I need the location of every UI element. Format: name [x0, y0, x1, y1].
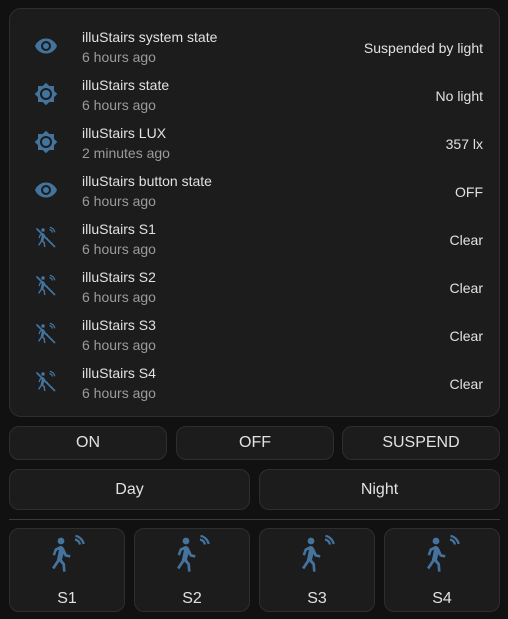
- motion-sensor-icon: [48, 535, 88, 579]
- entity-name: illuStairs S3: [82, 317, 156, 333]
- entity-last-changed: 6 hours ago: [82, 241, 156, 257]
- entity-row-system-state[interactable]: illuStairs system state 6 hours ago Susp…: [10, 22, 499, 70]
- entity-name: illuStairs LUX: [82, 125, 167, 141]
- entity-row-button-state[interactable]: illuStairs button state 6 hours ago OFF: [10, 166, 499, 214]
- brightness-icon: [34, 130, 58, 154]
- motion-sensor-icon: [298, 535, 338, 579]
- sensor-button-s1[interactable]: S1: [9, 528, 125, 612]
- entity-name: illuStairs S2: [82, 269, 156, 285]
- entity-row-s4[interactable]: illuStairs S4 6 hours ago Clear: [10, 358, 499, 406]
- entity-name: illuStairs S4: [82, 365, 156, 381]
- entity-name: illuStairs state: [82, 77, 170, 93]
- entity-last-changed: 2 minutes ago: [82, 145, 170, 161]
- entity-state: Clear: [449, 376, 483, 392]
- sensor-button-s4[interactable]: S4: [384, 528, 500, 612]
- sensor-button-s2[interactable]: S2: [134, 528, 250, 612]
- entity-state: Clear: [449, 232, 483, 248]
- off-button[interactable]: OFF: [176, 426, 334, 460]
- entity-last-changed: 6 hours ago: [82, 97, 156, 113]
- entity-state: 357 lx: [445, 136, 483, 152]
- entity-last-changed: 6 hours ago: [82, 193, 156, 209]
- day-button[interactable]: Day: [9, 469, 250, 510]
- sensor-button-s3[interactable]: S3: [259, 528, 375, 612]
- motion-sensor-icon: [173, 535, 213, 579]
- entity-last-changed: 6 hours ago: [82, 385, 156, 401]
- motion-sensor-off-icon: [34, 322, 58, 346]
- entity-state: No light: [435, 88, 483, 104]
- entity-last-changed: 6 hours ago: [82, 49, 156, 65]
- sensor-label: S4: [432, 590, 452, 607]
- entity-state: Clear: [449, 280, 483, 296]
- night-button[interactable]: Night: [259, 469, 500, 510]
- entity-state: OFF: [455, 184, 483, 200]
- entity-row-lux[interactable]: illuStairs LUX 2 minutes ago 357 lx: [10, 118, 499, 166]
- suspend-button[interactable]: SUSPEND: [342, 426, 500, 460]
- motion-sensor-off-icon: [34, 370, 58, 394]
- motion-sensor-icon: [423, 535, 463, 579]
- eye-icon: [34, 34, 58, 58]
- entity-row-state[interactable]: illuStairs state 6 hours ago No light: [10, 70, 499, 118]
- entity-name: illuStairs button state: [82, 173, 212, 189]
- entity-state: Clear: [449, 328, 483, 344]
- motion-sensor-off-icon: [34, 274, 58, 298]
- entity-last-changed: 6 hours ago: [82, 289, 156, 305]
- motion-sensor-off-icon: [34, 226, 58, 250]
- on-button[interactable]: ON: [9, 426, 167, 460]
- entity-name: illuStairs S1: [82, 221, 156, 237]
- entity-row-s1[interactable]: illuStairs S1 6 hours ago Clear: [10, 214, 499, 262]
- brightness-icon: [34, 82, 58, 106]
- entity-state: Suspended by light: [363, 40, 483, 56]
- entities-card: illuStairs system state 6 hours ago Susp…: [9, 8, 500, 417]
- entity-row-s3[interactable]: illuStairs S3 6 hours ago Clear: [10, 310, 499, 358]
- eye-icon: [34, 178, 58, 202]
- divider: [9, 519, 500, 520]
- sensor-label: S2: [182, 590, 202, 607]
- entity-name: illuStairs system state: [82, 29, 218, 45]
- entity-last-changed: 6 hours ago: [82, 337, 156, 353]
- entity-row-s2[interactable]: illuStairs S2 6 hours ago Clear: [10, 262, 499, 310]
- sensor-label: S3: [307, 590, 327, 607]
- sensor-label: S1: [57, 590, 77, 607]
